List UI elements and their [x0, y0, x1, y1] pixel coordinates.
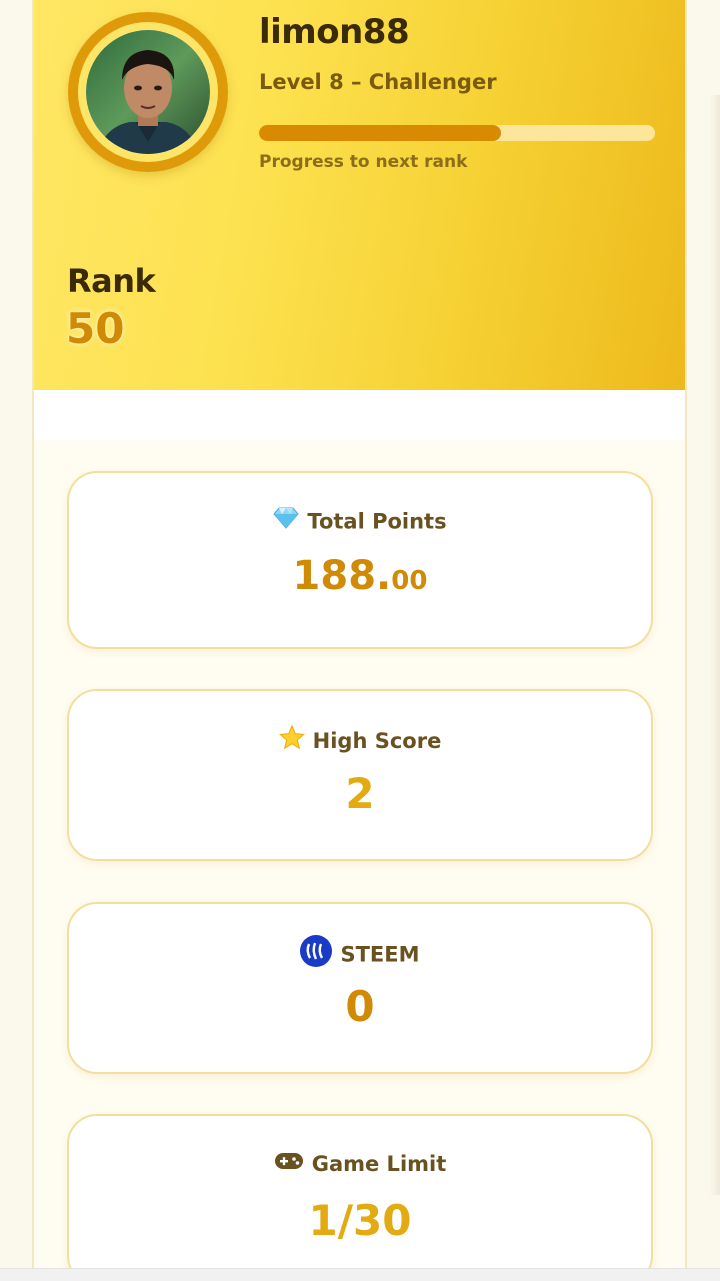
profile-header: limon88 Level 8 – Challenger Progress to… — [34, 0, 685, 390]
steem-logo-icon — [300, 935, 333, 972]
username: limon88 — [259, 12, 410, 52]
high-score-value: 2 — [345, 769, 375, 818]
game-limit-card: Game Limit 1/30 — [67, 1114, 653, 1280]
avatar-frame — [68, 12, 228, 172]
rank-value: 50 — [66, 304, 125, 353]
progress-caption: Progress to next rank — [259, 152, 468, 172]
total-points-card: Total Points 188.00 — [67, 471, 653, 649]
rank-progress-bar — [259, 125, 655, 141]
header-divider — [34, 390, 685, 440]
high-score-card: High Score 2 — [67, 689, 653, 861]
total-points-label: Total Points — [307, 509, 447, 534]
game-limit-value: 1/30 — [308, 1196, 412, 1245]
total-points-value: 188.00 — [292, 553, 428, 599]
star-icon — [278, 724, 305, 755]
avatar[interactable] — [86, 30, 210, 154]
high-score-label: High Score — [312, 729, 442, 753]
bottom-edge — [0, 1268, 720, 1281]
rank-progress-fill — [259, 125, 501, 141]
profile-panel: limon88 Level 8 – Challenger Progress to… — [32, 0, 687, 1280]
avatar-photo — [86, 30, 210, 154]
gamepad-icon — [274, 1151, 304, 1176]
scroll-gutter — [688, 0, 720, 1280]
steem-card: STEEM 0 — [67, 902, 653, 1074]
level-text: Level 8 – Challenger — [259, 70, 497, 94]
game-limit-label: Game Limit — [311, 1152, 447, 1176]
diamond-icon — [273, 507, 300, 534]
steem-label: STEEM — [340, 942, 420, 967]
rank-label: Rank — [67, 262, 156, 300]
steem-value: 0 — [345, 982, 375, 1031]
